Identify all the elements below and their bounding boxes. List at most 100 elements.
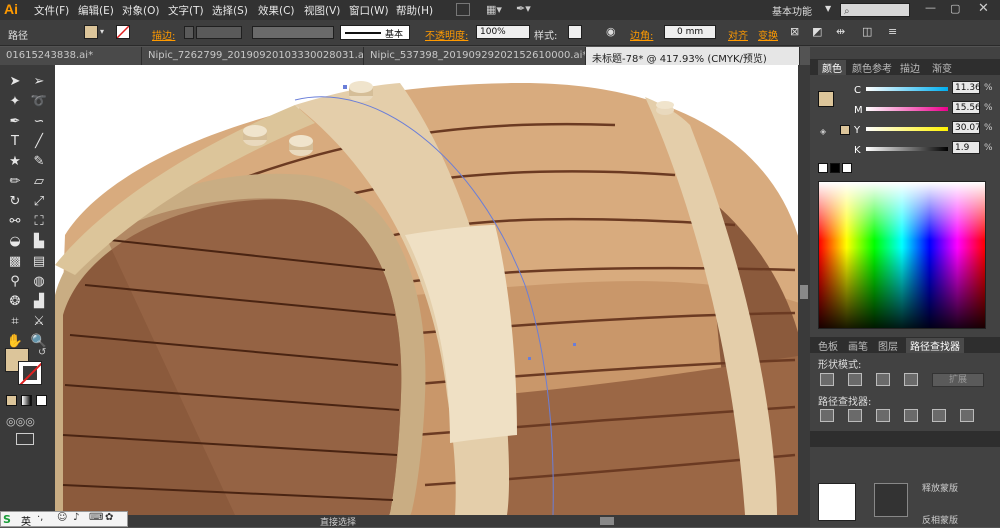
mesh-icon[interactable]: ▩ <box>4 253 26 271</box>
arrange-icon[interactable]: ▦▾ <box>486 3 502 16</box>
white-swatch[interactable] <box>842 163 852 173</box>
tab-layers[interactable]: 图层 <box>878 338 898 353</box>
graphic-style-swatch[interactable] <box>568 25 582 39</box>
minimize-icon[interactable]: — <box>925 1 936 14</box>
ime-punctuation-icon[interactable]: ·, <box>37 512 43 523</box>
brush-profile-select[interactable]: 基本 <box>340 25 410 40</box>
corner-label[interactable]: 边角: <box>630 27 653 42</box>
stroke-color-box[interactable] <box>18 361 42 385</box>
hscroll-thumb[interactable] <box>600 517 614 525</box>
mask-thumbnail[interactable] <box>818 483 856 521</box>
curvature-icon[interactable]: ∽ <box>28 113 50 131</box>
channel-k-input[interactable]: 1.9 <box>952 141 980 154</box>
tab-pathfinder[interactable]: 路径查找器 <box>906 338 964 353</box>
transform-label[interactable]: 变换 <box>758 27 778 42</box>
opacity-label[interactable]: 不透明度: <box>425 27 468 42</box>
stroke-swatch[interactable] <box>116 25 130 39</box>
artboard-icon[interactable]: ⌗ <box>4 313 26 331</box>
color-spectrum[interactable] <box>818 181 986 329</box>
pen-tool-icon[interactable]: ✒ <box>4 113 26 131</box>
slice-icon[interactable]: ⚔ <box>28 313 50 331</box>
workspace-switcher[interactable]: 基本功能 <box>772 3 812 18</box>
symbol-sprayer-icon[interactable]: ❂ <box>4 293 26 311</box>
align-label[interactable]: 对齐 <box>728 27 748 42</box>
close-icon[interactable]: ✕ <box>978 1 989 16</box>
tab-stroke[interactable]: 描边 <box>900 60 920 75</box>
tab-doc-3[interactable]: Nipic_537398_20190929202152610000.ai* <box>364 47 586 65</box>
gradient-icon[interactable]: ▤ <box>28 253 50 271</box>
barrel-illustration[interactable] <box>55 65 798 515</box>
line-tool-icon[interactable]: ╱ <box>28 133 50 151</box>
channel-m-slider[interactable] <box>866 107 948 111</box>
variable-width-select[interactable] <box>252 26 334 39</box>
corner-widget-icon[interactable]: ◩ <box>812 25 822 38</box>
stroke-weight-stepper[interactable] <box>184 26 194 39</box>
menu-window[interactable]: 窗口(W) <box>349 3 389 18</box>
opacity-input[interactable]: 100% <box>476 25 530 39</box>
channel-y-slider[interactable] <box>866 127 948 131</box>
direct-selection-tool-icon[interactable]: ➢ <box>28 73 50 91</box>
unite-button[interactable] <box>820 373 834 386</box>
scroll-thumb[interactable] <box>800 285 808 299</box>
minus-back-button[interactable] <box>960 409 974 422</box>
scale-icon[interactable]: ⤢ <box>28 193 50 211</box>
menu-select[interactable]: 选择(S) <box>212 3 248 18</box>
distribute-icon[interactable]: ⇹ <box>836 25 845 38</box>
ime-keyboard-icon[interactable]: ⌨ <box>89 512 103 523</box>
menu-help[interactable]: 帮助(H) <box>396 3 433 18</box>
crop-button[interactable] <box>904 409 918 422</box>
stroke-label[interactable]: 描边: <box>152 27 175 42</box>
tab-color-guide[interactable]: 颜色参考 <box>852 60 892 75</box>
width-tool-icon[interactable]: ⚯ <box>4 213 26 231</box>
search-input[interactable]: ⌕ <box>840 3 910 17</box>
divide-button[interactable] <box>820 409 834 422</box>
intersect-button[interactable] <box>876 373 890 386</box>
star-tool-icon[interactable]: ★ <box>4 153 26 171</box>
shape-builder-tool-icon[interactable]: ◒ <box>4 233 26 251</box>
menu-file[interactable]: 文件(F) <box>34 3 69 18</box>
menu-object[interactable]: 对象(O) <box>122 3 159 18</box>
panel-menu-icon[interactable]: ≡ <box>888 25 897 38</box>
channel-c-slider[interactable] <box>866 87 948 91</box>
blend-icon[interactable]: ◍ <box>28 273 50 291</box>
opacity-mask-thumbnail[interactable] <box>874 483 908 517</box>
ime-emoji-icon[interactable]: ☺ <box>57 512 67 523</box>
maximize-icon[interactable]: ▢ <box>950 2 960 15</box>
none-mode-icon[interactable] <box>36 395 47 406</box>
menu-view[interactable]: 视图(V) <box>304 3 340 18</box>
tab-doc-2[interactable]: Nipic_7262799_20190920103330028031.ai* <box>142 47 364 65</box>
release-mask-label[interactable]: 释放蒙版 <box>922 481 958 494</box>
eyedropper-icon[interactable]: ⚲ <box>4 273 26 291</box>
graph-icon[interactable]: ▟ <box>28 293 50 311</box>
bridge-icon[interactable] <box>456 3 470 16</box>
fill-swatch[interactable] <box>84 25 98 39</box>
artboard-canvas[interactable] <box>55 65 798 515</box>
screen-mode-icon[interactable] <box>16 433 34 445</box>
tab-swatches[interactable]: 色板 <box>818 338 838 353</box>
swap-colors-icon[interactable]: ↺ <box>38 347 46 358</box>
selection-tool-icon[interactable]: ➤ <box>4 73 26 91</box>
merge-button[interactable] <box>876 409 890 422</box>
pencil-icon[interactable]: ✏ <box>4 173 26 191</box>
invert-mask-label[interactable]: 反相蒙版 <box>922 513 958 526</box>
recolor-icon[interactable]: ◉ <box>606 25 616 38</box>
menu-effect[interactable]: 效果(C) <box>258 3 295 18</box>
outline-button[interactable] <box>932 409 946 422</box>
type-tool-icon[interactable]: T <box>4 133 26 151</box>
channel-m-input[interactable]: 15.56 <box>952 101 981 114</box>
ime-language[interactable]: 英 <box>21 513 31 528</box>
ime-skin-icon[interactable]: ✿ <box>105 512 113 523</box>
eraser-icon[interactable]: ▱ <box>28 173 50 191</box>
expand-button[interactable]: 扩展 <box>932 373 984 387</box>
lasso-icon[interactable]: ➰ <box>28 93 50 111</box>
perspective-icon[interactable]: ▙ <box>28 233 50 251</box>
free-transform-icon[interactable]: ⛶ <box>28 213 50 231</box>
draw-mode-icon[interactable]: ◎◎◎ <box>6 415 35 428</box>
tab-brushes[interactable]: 画笔 <box>848 338 868 353</box>
channel-c-input[interactable]: 11.36 <box>952 81 981 94</box>
none-swatch[interactable] <box>818 163 828 173</box>
pen-icon[interactable]: ✒▾ <box>516 2 531 15</box>
brush-icon[interactable]: ✎ <box>28 153 50 171</box>
channel-y-input[interactable]: 30.07 <box>952 121 981 134</box>
stroke-weight-input[interactable] <box>196 26 242 39</box>
